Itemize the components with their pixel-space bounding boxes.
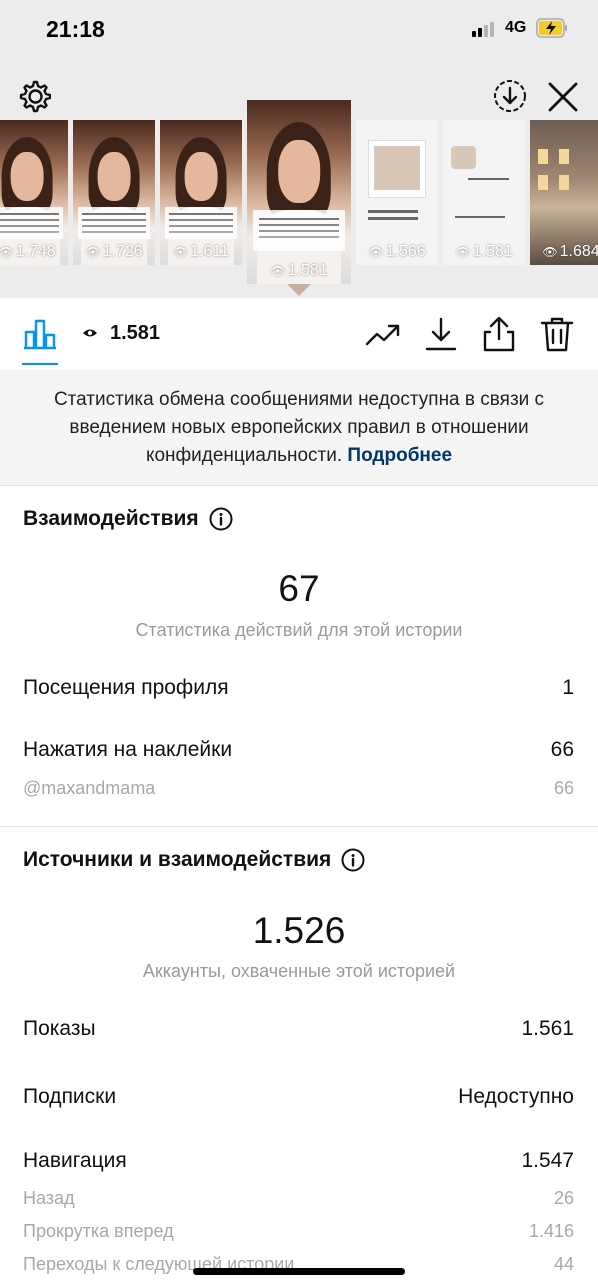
stat-value: 1.547 xyxy=(521,1149,574,1172)
interactions-total: 67 xyxy=(278,568,320,609)
network-type: 4G xyxy=(505,19,527,36)
story-thumbnail[interactable]: 👁 1.611 xyxy=(160,120,242,265)
thumbnail-views: 👁 1.748 xyxy=(0,243,56,260)
battery-charging-icon xyxy=(536,18,567,38)
stat-label: Навигация xyxy=(23,1149,127,1172)
stat-subrow-mention: @maxandmama 66 xyxy=(23,778,574,799)
section-title-text: Взаимодействия xyxy=(23,507,199,530)
notice-text: Статистика обмена сообщениями недоступна… xyxy=(53,389,545,466)
thumbnail-views: 👁 1.684 xyxy=(542,243,598,260)
info-icon[interactable] xyxy=(209,507,233,531)
stat-value: 1.561 xyxy=(521,1017,574,1040)
messaging-stats-notice: Статистика обмена сообщениями недоступна… xyxy=(0,370,598,486)
promote-trend-icon[interactable] xyxy=(364,315,402,353)
thumbnail-views: 👁 1.611 xyxy=(172,243,230,260)
interactions-title: Взаимодействия xyxy=(23,507,233,531)
thumbnail-views: 👁 1.581 xyxy=(455,243,513,260)
home-indicator[interactable] xyxy=(193,1268,405,1275)
story-thumbnail[interactable]: 👁 1.566 xyxy=(356,120,438,265)
thumbnail-views: 👁 1.566 xyxy=(368,243,426,260)
stat-subrow-back: Назад 26 xyxy=(23,1188,574,1209)
story-preview-header: 21:18 4G 👁 1.748 👁 1.726 👁 1.611 👁 1.581… xyxy=(0,0,598,298)
status-time: 21:18 xyxy=(46,16,105,42)
stat-value: Недоступно xyxy=(458,1085,574,1108)
story-thumbnail[interactable]: 👁 1.581 xyxy=(443,120,525,265)
stat-label: Посещения профиля xyxy=(23,676,229,699)
stat-value: 26 xyxy=(553,1188,574,1208)
thumbnail-views: 👁 1.581 xyxy=(270,262,328,279)
stat-label: Назад xyxy=(23,1188,75,1208)
stat-value: 66 xyxy=(550,738,574,761)
signal-icon xyxy=(472,21,498,37)
info-icon[interactable] xyxy=(341,848,365,872)
download-icon[interactable] xyxy=(422,315,460,353)
story-thumbnail[interactable]: 👁 1.748 xyxy=(0,120,68,265)
stat-row-follows: Подписки Недоступно xyxy=(23,1085,574,1109)
learn-more-link[interactable]: Подробнее xyxy=(347,445,452,466)
stat-value: 1 xyxy=(562,676,574,699)
status-bar: 21:18 4G xyxy=(0,0,598,60)
stat-value: 44 xyxy=(553,1254,574,1274)
stat-value: 66 xyxy=(553,778,574,798)
stat-row-profile-visits: Посещения профиля 1 xyxy=(23,676,574,700)
stat-label: Показы xyxy=(23,1017,96,1040)
story-thumbnail-selected[interactable]: 👁 1.581 xyxy=(247,100,351,284)
interactions-caption: Статистика действий для этой истории xyxy=(135,620,463,640)
story-toolbar: 1.581 xyxy=(0,298,598,370)
story-thumbnail[interactable]: 👁 1.726 xyxy=(73,120,155,265)
section-divider xyxy=(0,826,598,827)
story-thumbnail[interactable]: 👁 1.684 xyxy=(530,120,598,265)
delete-trash-icon[interactable] xyxy=(538,315,576,353)
selected-indicator xyxy=(287,284,311,296)
stat-row-navigation: Навигация 1.547 xyxy=(23,1149,574,1173)
stat-value: 1.416 xyxy=(528,1221,574,1241)
viewers-count[interactable]: 1.581 xyxy=(110,322,160,345)
section-title-text: Источники и взаимодействия xyxy=(23,848,332,871)
sources-title: Источники и взаимодействия xyxy=(23,848,365,872)
story-thumbnails: 👁 1.748 👁 1.726 👁 1.611 👁 1.581 👁 1.566 👁 1.58… xyxy=(0,100,598,300)
stat-row-impressions: Показы 1.561 xyxy=(23,1017,574,1041)
stat-label: Прокрутка вперед xyxy=(23,1221,174,1241)
insights-chart-icon[interactable] xyxy=(22,318,58,350)
active-tab-indicator xyxy=(22,363,58,365)
stat-row-sticker-taps: Нажатия на наклейки 66 xyxy=(23,738,574,762)
eye-icon xyxy=(83,329,97,337)
stat-label: Подписки xyxy=(23,1085,117,1108)
stat-label: Нажатия на наклейки xyxy=(23,738,233,761)
stat-label: @maxandmama xyxy=(23,778,156,798)
share-icon[interactable] xyxy=(480,315,518,353)
accounts-reached-total: 1.526 xyxy=(252,910,346,951)
accounts-reached-caption: Аккаунты, охваченные этой историей xyxy=(142,961,456,981)
stat-subrow-forward: Прокрутка вперед 1.416 xyxy=(23,1221,574,1242)
thumbnail-views: 👁 1.726 xyxy=(85,243,143,260)
